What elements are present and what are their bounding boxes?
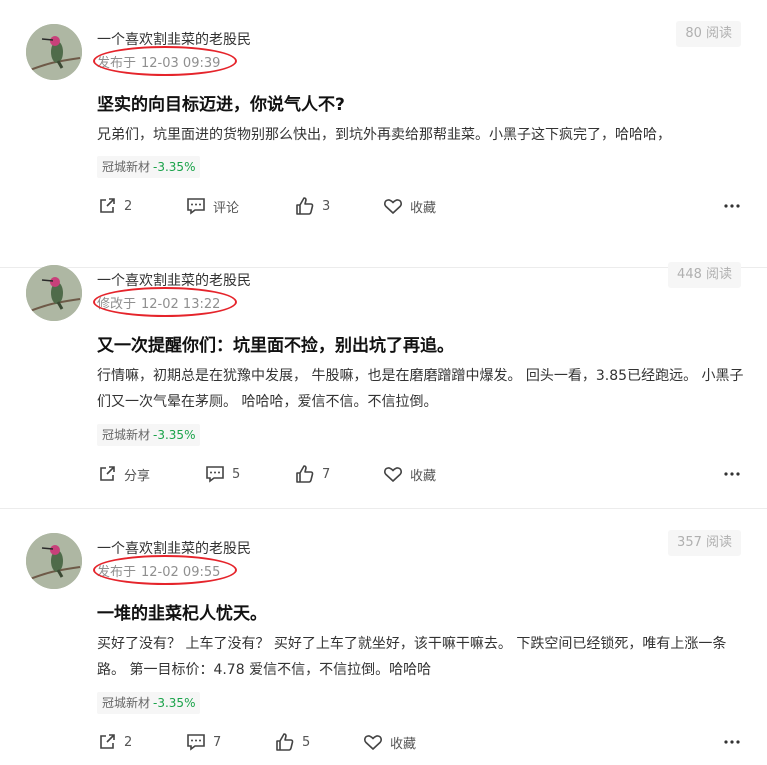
- favorite-button[interactable]: 收藏: [383, 462, 436, 486]
- action-bar: 分享 5 7 收藏: [97, 462, 741, 486]
- comment-icon: [187, 198, 205, 215]
- like-count: 3: [322, 198, 331, 214]
- stock-name: 冠城新材: [102, 696, 151, 710]
- share-button[interactable]: 2: [97, 730, 132, 754]
- stock-name: 冠城新材: [102, 160, 151, 174]
- comment-label: 评论: [213, 200, 240, 216]
- hummingbird-avatar-icon: [26, 265, 82, 321]
- time-value: 12-02 09:55: [141, 565, 221, 580]
- avatar[interactable]: [26, 265, 82, 321]
- comment-icon: [187, 734, 205, 751]
- share-count: 2: [124, 198, 133, 214]
- author-name[interactable]: 一个喜欢割韭菜的老股民: [97, 29, 251, 49]
- favorite-icon: [364, 735, 382, 750]
- more-button[interactable]: [723, 730, 741, 754]
- stock-name: 冠城新材: [102, 428, 151, 442]
- share-icon: [100, 466, 115, 481]
- favorite-label: 收藏: [410, 468, 437, 484]
- post-title[interactable]: 一堆的韭菜杞人忧天。: [97, 599, 267, 624]
- read-count: 357 阅读: [668, 530, 741, 556]
- stock-tag[interactable]: 冠城新材 -3.35%: [97, 424, 201, 446]
- more-button[interactable]: [723, 462, 741, 486]
- comment-count: 7: [213, 734, 222, 750]
- more-icon: [724, 204, 740, 208]
- post-body[interactable]: 买好了没有？ 上车了没有？ 买好了上车了就坐好，该干嘛干嘛去。 下跌空间已经锁死…: [97, 631, 745, 683]
- more-icon: [724, 740, 740, 744]
- like-icon: [276, 733, 294, 751]
- like-count: 7: [322, 466, 331, 482]
- stock-tag[interactable]: 冠城新材 -3.35%: [97, 692, 201, 714]
- like-button[interactable]: 7: [295, 462, 330, 486]
- comment-button[interactable]: 评论: [186, 194, 239, 218]
- comment-icon: [206, 466, 224, 483]
- post-title[interactable]: 坚实的向目标迈进，你说气人不?: [97, 90, 345, 115]
- post-card: 一个喜欢割韭菜的老股民 发布于 12-03 09:39 80 阅读 坚实的向目标迈…: [0, 0, 767, 268]
- post-card: 一个喜欢割韭菜的老股民 修改于 12-02 13:22 448 阅读 又一次提醒你…: [0, 241, 767, 509]
- post-title[interactable]: 又一次提醒你们：坑里面不捡，别出坑了再追。: [97, 331, 454, 356]
- post-body[interactable]: 兄弟们，坑里面进的货物别那么快出，到坑外再卖给那帮韭菜。小黑子这下疯完了，哈哈哈…: [97, 122, 745, 148]
- author-name[interactable]: 一个喜欢割韭菜的老股民: [97, 270, 251, 290]
- more-icon: [724, 472, 740, 476]
- time-prefix: 修改于: [97, 297, 137, 312]
- favorite-label: 收藏: [390, 736, 417, 752]
- time-value: 12-03 09:39: [141, 56, 221, 71]
- time-value: 12-02 13:22: [141, 297, 221, 312]
- share-label: 分享: [124, 468, 151, 484]
- share-count: 2: [124, 734, 133, 750]
- post-body[interactable]: 行情嘛，初期总是在犹豫中发展， 牛股嘛，也是在磨磨蹭蹭中爆发。 回头一看，3.8…: [97, 363, 745, 415]
- time-prefix: 发布于: [97, 56, 137, 71]
- like-button[interactable]: 5: [275, 730, 310, 754]
- action-bar: 2 7 5 收藏: [97, 730, 741, 754]
- favorite-button[interactable]: 收藏: [383, 194, 436, 218]
- read-count: 448 阅读: [668, 262, 741, 288]
- comment-button[interactable]: 7: [186, 730, 221, 754]
- time-prefix: 发布于: [97, 565, 137, 580]
- like-count: 5: [302, 734, 311, 750]
- favorite-icon: [384, 199, 402, 214]
- stock-tag[interactable]: 冠城新材 -3.35%: [97, 156, 201, 178]
- comment-count: 5: [232, 466, 241, 482]
- post-time: 修改于 12-02 13:22: [97, 293, 220, 312]
- stock-change: -3.35%: [153, 428, 196, 442]
- share-icon: [100, 734, 115, 749]
- like-icon: [296, 197, 314, 215]
- like-button[interactable]: 3: [295, 194, 330, 218]
- favorite-label: 收藏: [410, 200, 437, 216]
- more-button[interactable]: [723, 194, 741, 218]
- avatar[interactable]: [26, 24, 82, 80]
- share-button[interactable]: 2: [97, 194, 132, 218]
- stock-change: -3.35%: [153, 696, 196, 710]
- action-bar: 2 评论 3 收藏: [97, 194, 741, 218]
- like-icon: [296, 465, 314, 483]
- share-button[interactable]: 分享: [97, 462, 150, 486]
- post-time: 发布于 12-03 09:39: [97, 52, 220, 71]
- hummingbird-avatar-icon: [26, 24, 82, 80]
- favorite-icon: [384, 467, 402, 482]
- post-card: 一个喜欢割韭菜的老股民 发布于 12-02 09:55 357 阅读 一堆的韭菜杞…: [0, 509, 767, 765]
- comment-button[interactable]: 5: [205, 462, 240, 486]
- avatar[interactable]: [26, 533, 82, 589]
- author-name[interactable]: 一个喜欢割韭菜的老股民: [97, 538, 251, 558]
- stock-change: -3.35%: [153, 160, 196, 174]
- favorite-button[interactable]: 收藏: [363, 730, 416, 754]
- read-count: 80 阅读: [676, 21, 741, 47]
- share-icon: [100, 198, 115, 213]
- hummingbird-avatar-icon: [26, 533, 82, 589]
- post-time: 发布于 12-02 09:55: [97, 561, 220, 580]
